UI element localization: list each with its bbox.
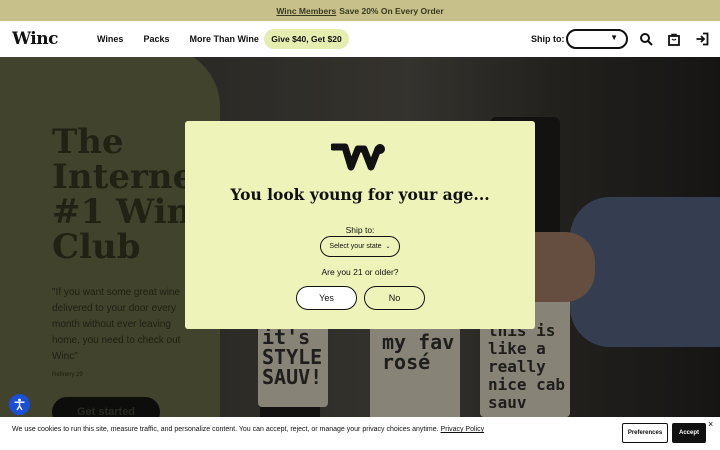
age-verification-modal: You look young for your age... Ship to: …	[185, 121, 535, 329]
referral-button[interactable]: Give $40, Get $20	[264, 29, 349, 49]
close-icon[interactable]: ×	[708, 419, 713, 429]
cookie-text-container: We use cookies to run this site, measure…	[12, 426, 484, 433]
preferences-button[interactable]: Preferences	[622, 423, 668, 443]
modal-ship-to-label: Ship to:	[345, 225, 375, 235]
ship-to-label: Ship to:	[531, 34, 565, 44]
winc-w-logo	[331, 143, 385, 171]
state-select-placeholder: Select your state	[329, 243, 382, 250]
promo-link[interactable]: Winc Members	[276, 6, 336, 16]
search-icon[interactable]	[639, 32, 653, 46]
age-question: Are you 21 or older?	[321, 267, 399, 277]
nav-more-than-wine[interactable]: More Than Wine	[189, 34, 258, 44]
cookie-banner: We use cookies to run this site, measure…	[0, 417, 720, 450]
nav-wines[interactable]: Wines	[97, 34, 123, 44]
cookie-text: We use cookies to run this site, measure…	[12, 426, 439, 433]
chevron-down-icon: ▼	[610, 33, 618, 42]
privacy-policy-link[interactable]: Privacy Policy	[441, 426, 485, 433]
promo-text: Save 20% On Every Order	[339, 5, 444, 16]
accept-button[interactable]: Accept	[672, 423, 706, 443]
main-nav: Wines Packs More Than Wine	[97, 21, 279, 57]
chevron-down-icon: ⌄	[385, 244, 391, 250]
sign-in-icon[interactable]	[695, 32, 709, 46]
yes-button[interactable]: Yes	[296, 286, 357, 310]
bag-icon[interactable]	[667, 32, 681, 46]
accessibility-icon	[14, 398, 25, 411]
winc-logo[interactable]: Winc	[12, 29, 58, 49]
site-header: Winc Wines Packs More Than Wine Give $40…	[0, 21, 720, 57]
state-select[interactable]: Select your state ⌄	[320, 236, 400, 257]
modal-title: You look young for your age...	[230, 185, 490, 204]
no-button[interactable]: No	[364, 286, 425, 310]
nav-packs[interactable]: Packs	[143, 34, 169, 44]
accessibility-button[interactable]	[9, 394, 30, 415]
promo-bar[interactable]: Winc Members Save 20% On Every Order	[0, 0, 720, 21]
ship-state-select[interactable]: ▼	[566, 29, 628, 49]
